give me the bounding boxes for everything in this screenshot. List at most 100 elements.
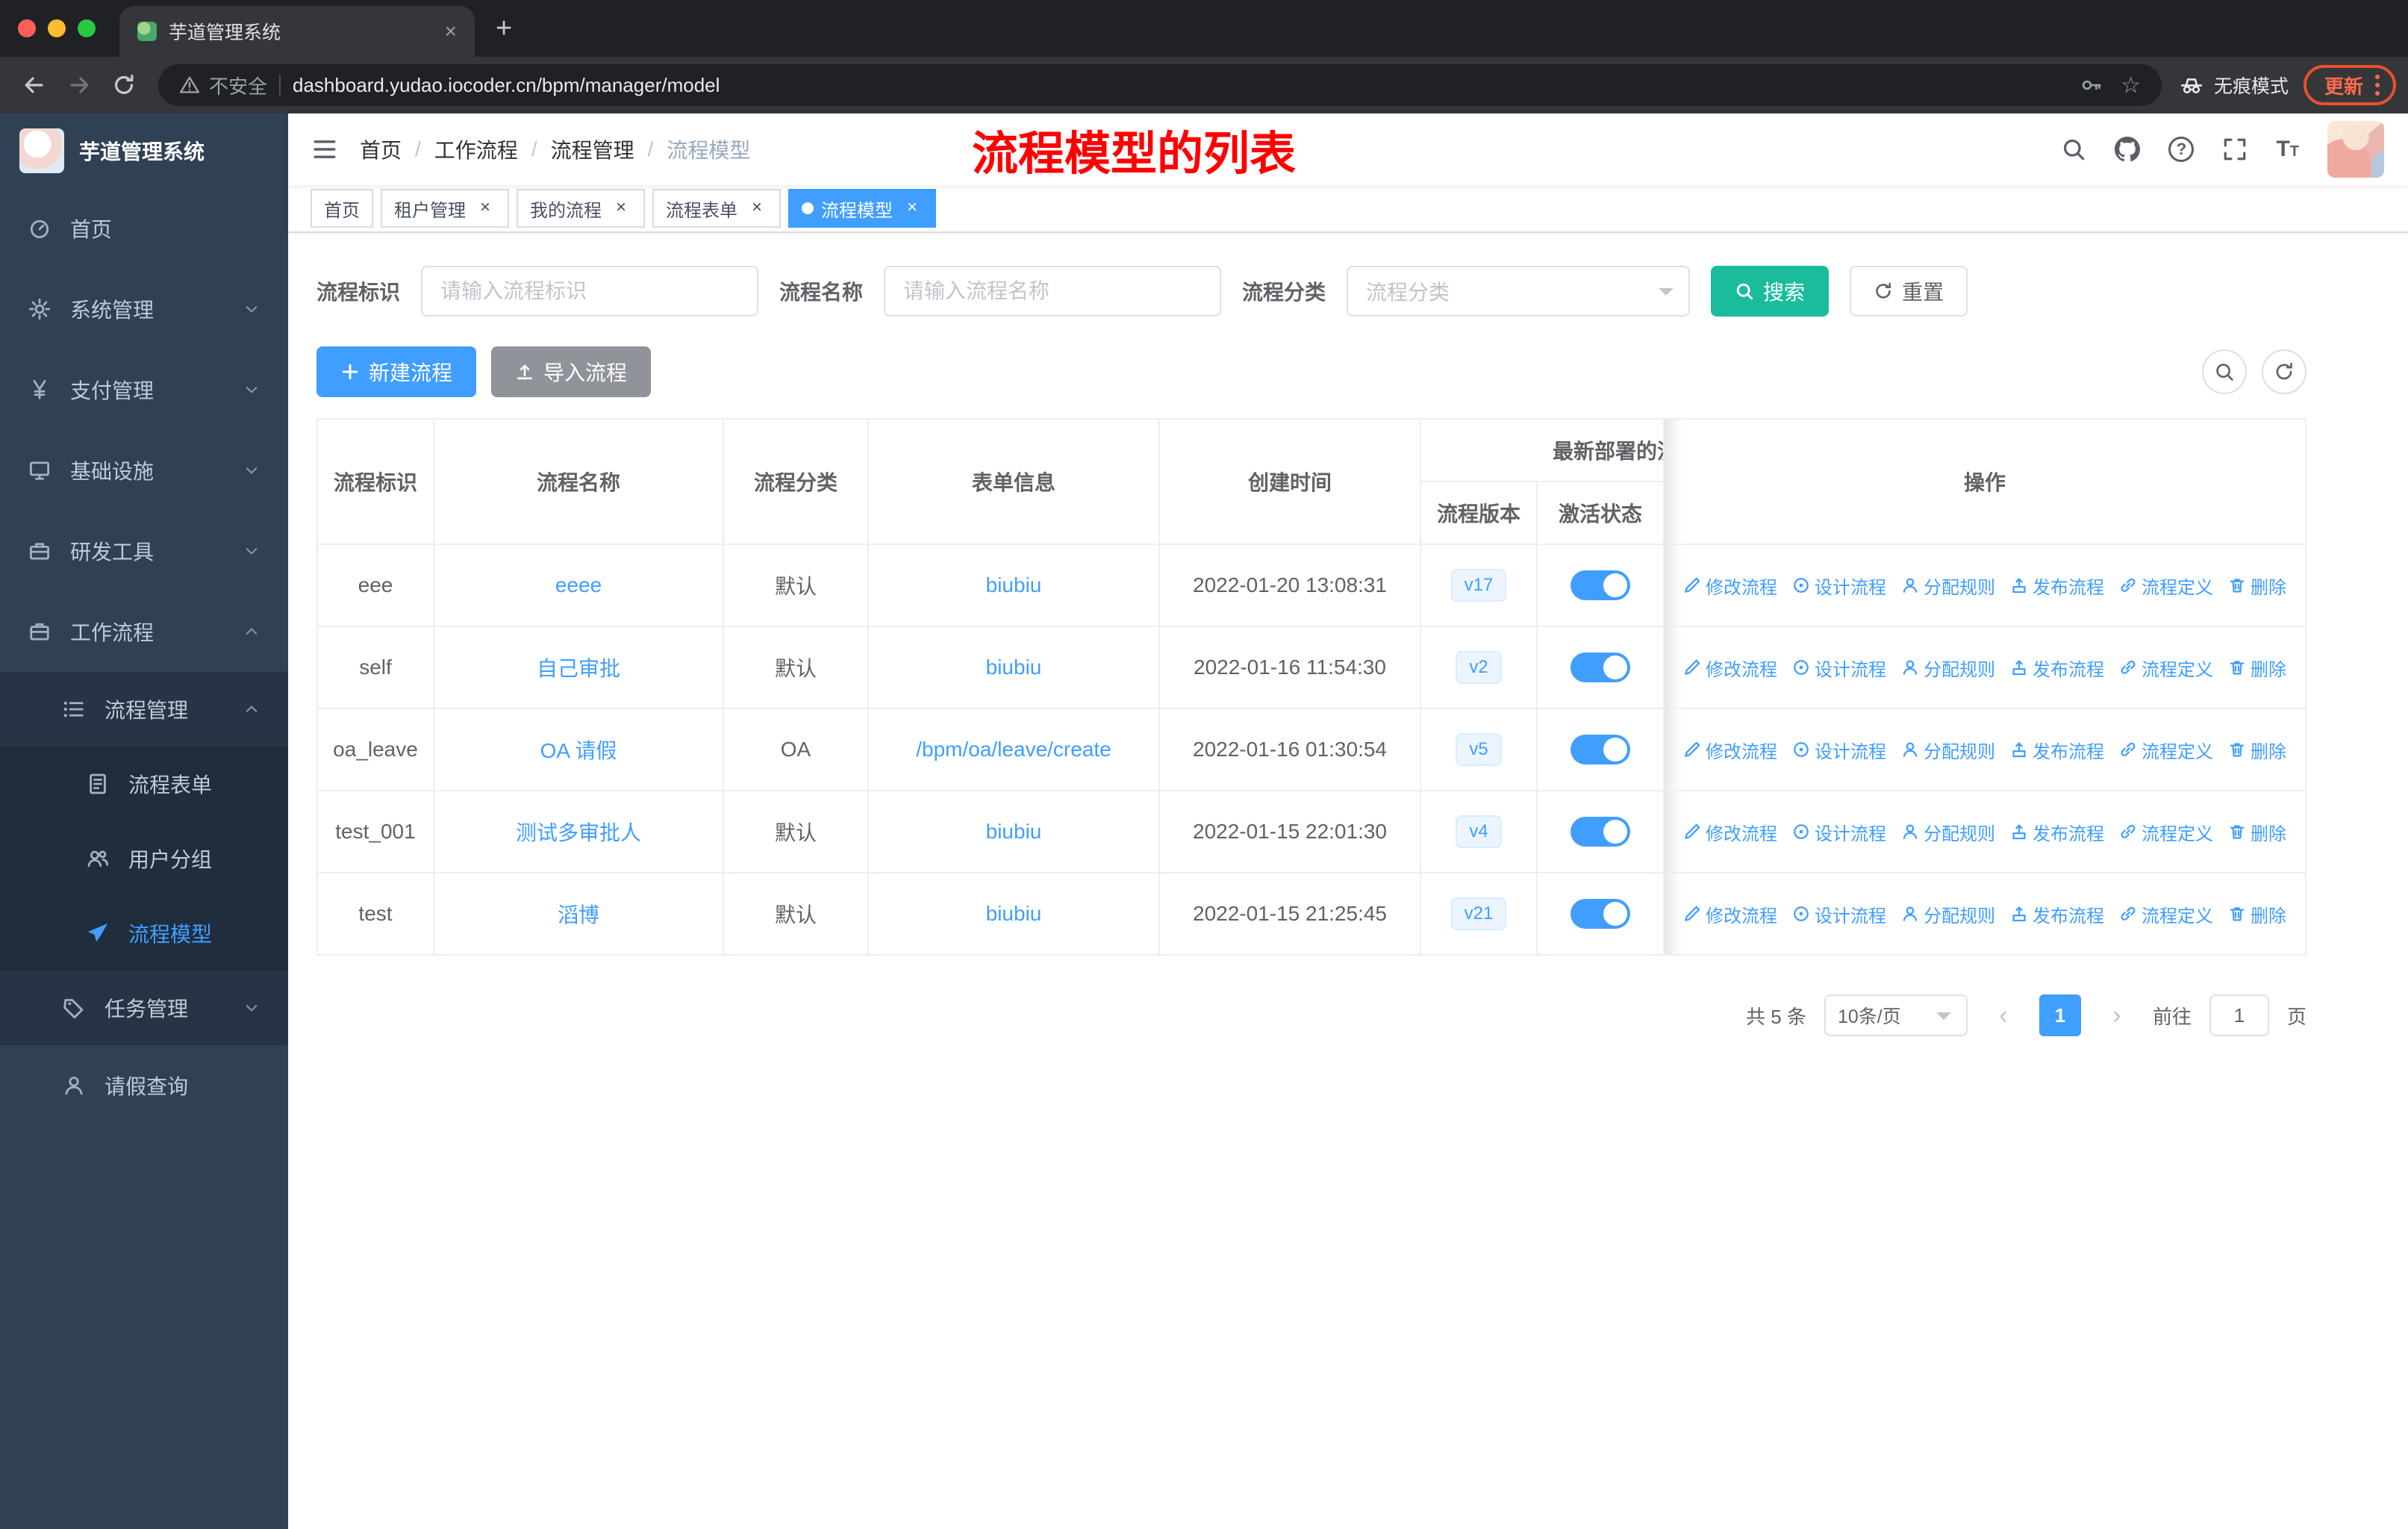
tag-租户管理[interactable]: 租户管理 ×	[381, 189, 509, 228]
tag-close-icon[interactable]: ×	[746, 198, 767, 219]
help-icon[interactable]: ?	[2168, 137, 2195, 162]
action-设计流程[interactable]: 设计流程	[1792, 573, 1886, 599]
user-avatar[interactable]	[2327, 121, 2384, 178]
sidebar-item-任务管理[interactable]: 任务管理	[0, 971, 288, 1045]
sidebar-item-支付管理[interactable]: 支付管理	[0, 349, 288, 430]
action-修改流程[interactable]: 修改流程	[1683, 737, 1777, 763]
action-流程定义[interactable]: 流程定义	[2119, 655, 2213, 681]
tag-流程表单[interactable]: 流程表单 ×	[652, 189, 781, 228]
form-info-link[interactable]: biubiu	[986, 820, 1042, 843]
back-icon[interactable]	[12, 63, 57, 108]
reload-icon[interactable]	[102, 63, 146, 108]
form-info-link[interactable]: biubiu	[986, 655, 1042, 679]
close-window-button[interactable]	[18, 19, 36, 37]
new-tab-button[interactable]: +	[496, 13, 512, 45]
breadcrumb-workflow[interactable]: 工作流程	[434, 134, 518, 164]
refresh-table-button[interactable]	[2262, 349, 2306, 394]
prev-page-button[interactable]: ‹	[1986, 994, 2021, 1036]
action-删除[interactable]: 删除	[2228, 901, 2286, 927]
address-bar[interactable]: 不安全 dashboard.yudao.iocoder.cn/bpm/manag…	[158, 64, 2162, 106]
app-logo[interactable]: 芋道管理系统	[0, 113, 288, 188]
action-设计流程[interactable]: 设计流程	[1792, 737, 1886, 763]
tab-close-icon[interactable]: ×	[445, 19, 457, 43]
browser-update-button[interactable]: 更新	[2303, 65, 2396, 105]
search-button[interactable]: 搜索	[1711, 266, 1830, 317]
status-toggle[interactable]	[1570, 817, 1630, 847]
font-size-icon[interactable]: TT	[2276, 137, 2299, 162]
process-name-link[interactable]: 滔博	[558, 903, 599, 927]
tag-close-icon[interactable]: ×	[611, 198, 631, 219]
maximize-window-button[interactable]	[78, 19, 96, 37]
action-设计流程[interactable]: 设计流程	[1792, 901, 1886, 927]
goto-page-input[interactable]	[2209, 994, 2269, 1036]
sidebar-item-用户分组[interactable]: 用户分组	[0, 821, 288, 896]
action-分配规则[interactable]: 分配规则	[1901, 819, 1995, 845]
bookmark-star-icon[interactable]: ☆	[2121, 72, 2141, 99]
action-删除[interactable]: 删除	[2228, 655, 2286, 681]
sidebar-item-系统管理[interactable]: 系统管理	[0, 269, 288, 349]
sidebar-item-研发工具[interactable]: 研发工具	[0, 511, 288, 591]
hamburger-icon[interactable]	[312, 137, 337, 162]
tag-首页[interactable]: 首页	[311, 189, 373, 228]
status-toggle[interactable]	[1570, 570, 1630, 600]
breadcrumb-process-management[interactable]: 流程管理	[551, 134, 634, 164]
action-设计流程[interactable]: 设计流程	[1792, 655, 1886, 681]
category-select[interactable]: 流程分类	[1347, 266, 1691, 317]
status-toggle[interactable]	[1570, 899, 1630, 929]
fullscreen-icon[interactable]	[2222, 137, 2248, 162]
process-name-link[interactable]: 测试多审批人	[516, 821, 641, 844]
tag-close-icon[interactable]: ×	[902, 198, 923, 219]
form-info-link[interactable]: /bpm/oa/leave/create	[916, 738, 1111, 761]
breadcrumb-home[interactable]: 首页	[360, 134, 402, 164]
action-修改流程[interactable]: 修改流程	[1683, 655, 1777, 681]
process-key-input[interactable]	[421, 266, 759, 317]
action-发布流程[interactable]: 发布流程	[2010, 819, 2104, 845]
action-设计流程[interactable]: 设计流程	[1792, 819, 1886, 845]
action-修改流程[interactable]: 修改流程	[1683, 573, 1777, 599]
tag-我的流程[interactable]: 我的流程 ×	[517, 189, 645, 228]
action-分配规则[interactable]: 分配规则	[1901, 655, 1995, 681]
form-info-link[interactable]: biubiu	[986, 573, 1042, 597]
action-流程定义[interactable]: 流程定义	[2119, 901, 2213, 927]
action-修改流程[interactable]: 修改流程	[1683, 901, 1777, 927]
create-process-button[interactable]: 新建流程	[316, 346, 477, 397]
process-name-input[interactable]	[884, 266, 1222, 317]
sidebar-item-流程管理[interactable]: 流程管理	[0, 672, 288, 747]
sidebar-item-请假查询[interactable]: 请假查询	[0, 1045, 288, 1126]
tag-流程模型[interactable]: 流程模型 ×	[788, 189, 936, 228]
sidebar-item-流程表单[interactable]: 流程表单	[0, 747, 288, 821]
action-发布流程[interactable]: 发布流程	[2010, 655, 2104, 681]
action-发布流程[interactable]: 发布流程	[2010, 737, 2104, 763]
key-icon[interactable]	[2080, 74, 2103, 96]
process-name-link[interactable]: eeee	[555, 573, 602, 597]
action-删除[interactable]: 删除	[2228, 819, 2286, 845]
page-size-select[interactable]: 10条/页	[1824, 994, 1968, 1036]
action-流程定义[interactable]: 流程定义	[2119, 819, 2213, 845]
action-发布流程[interactable]: 发布流程	[2010, 901, 2104, 927]
action-分配规则[interactable]: 分配规则	[1901, 573, 1995, 599]
action-发布流程[interactable]: 发布流程	[2010, 573, 2104, 599]
sidebar-item-流程模型[interactable]: 流程模型	[0, 896, 288, 971]
action-分配规则[interactable]: 分配规则	[1901, 901, 1995, 927]
security-indicator[interactable]: 不安全	[179, 72, 267, 99]
browser-tab[interactable]: 芋道管理系统 ×	[119, 6, 475, 57]
process-name-link[interactable]: 自己审批	[537, 657, 620, 680]
github-icon[interactable]	[2115, 137, 2141, 162]
action-删除[interactable]: 删除	[2228, 737, 2286, 763]
next-page-button[interactable]: ›	[2099, 994, 2135, 1036]
form-info-link[interactable]: biubiu	[986, 902, 1042, 925]
action-删除[interactable]: 删除	[2228, 573, 2286, 599]
sidebar-item-工作流程[interactable]: 工作流程	[0, 591, 288, 672]
sidebar-item-首页[interactable]: 首页	[0, 188, 288, 269]
page-number-1[interactable]: 1	[2039, 994, 2081, 1036]
minimize-window-button[interactable]	[48, 19, 66, 37]
action-流程定义[interactable]: 流程定义	[2119, 737, 2213, 763]
status-toggle[interactable]	[1570, 735, 1630, 764]
sidebar-item-基础设施[interactable]: 基础设施	[0, 430, 288, 511]
toggle-search-button[interactable]	[2202, 349, 2247, 394]
status-toggle[interactable]	[1570, 653, 1630, 682]
import-process-button[interactable]: 导入流程	[491, 346, 652, 397]
action-修改流程[interactable]: 修改流程	[1683, 819, 1777, 845]
menu-dots-icon[interactable]	[2375, 75, 2380, 96]
forward-icon[interactable]	[57, 63, 102, 108]
